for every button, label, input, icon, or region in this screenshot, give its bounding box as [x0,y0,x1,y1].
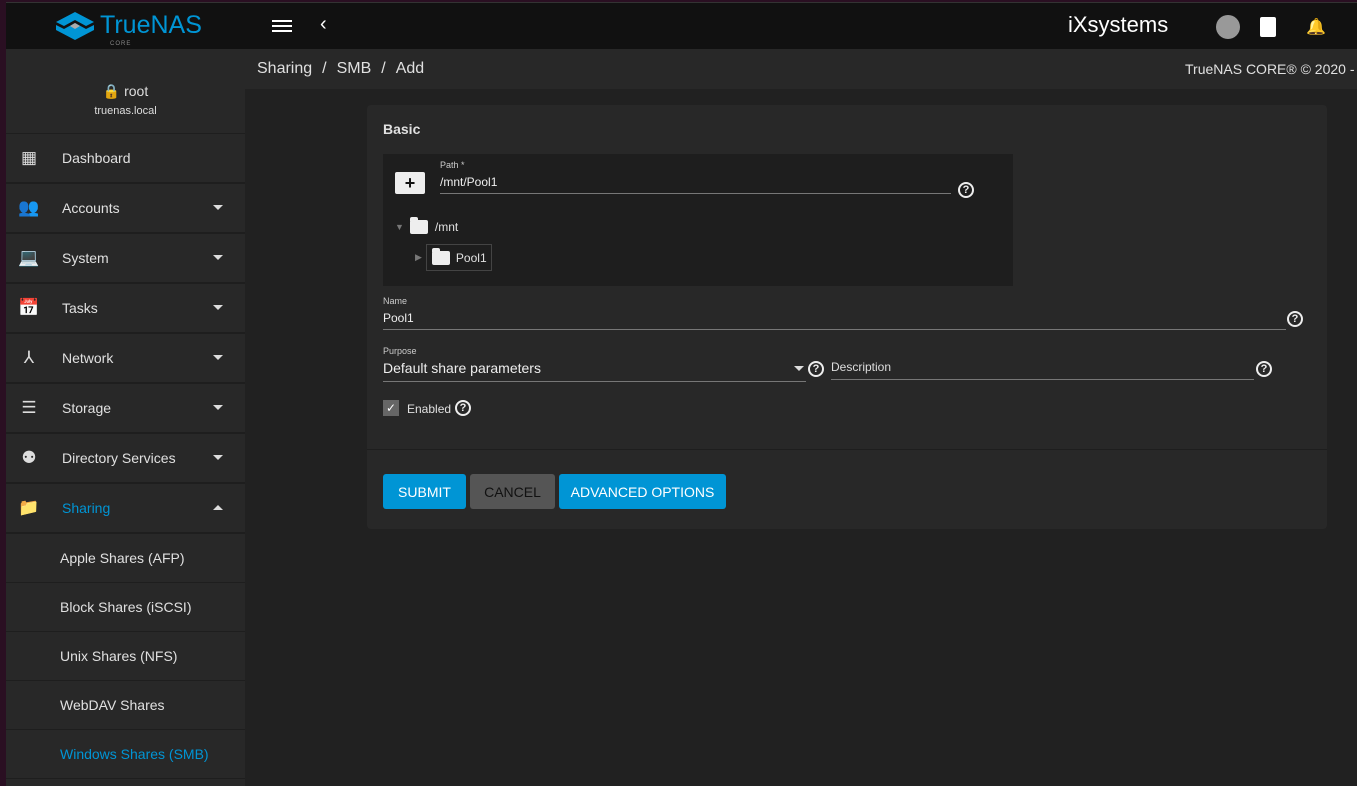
help-icon[interactable]: ? [1287,311,1303,327]
expand-down-icon: ▼ [395,222,404,232]
chevron-down-icon [213,255,223,260]
help-icon[interactable]: ? [958,182,974,198]
nav-label: Directory Services [62,450,176,466]
tree-node-pool1[interactable]: ▶ Pool1 [415,244,492,271]
advanced-options-button[interactable]: ADVANCED OPTIONS [559,474,726,509]
folder-shared-icon: 📁 [18,498,40,517]
top-bar: TrueNAS CORE ‹ iXsystems 🔔 [6,2,1357,49]
people-icon: 👥 [18,198,40,217]
tree-label: /mnt [434,220,459,234]
sidebar-item-network[interactable]: ⅄ Network [6,334,245,384]
lock-icon: 🔒 [102,83,121,99]
hostname: truenas.local [94,105,157,117]
sidebar-item-afp[interactable]: Apple Shares (AFP) [6,534,245,583]
sidebar-item-directory-services[interactable]: ⚉ Directory Services [6,434,245,484]
path-explorer: + Path * /mnt/Pool1 ? ▼ /mnt ▶ Pool1 [383,154,1013,286]
sidebar-item-system[interactable]: 💻 System [6,234,245,284]
purpose-value: Default share parameters [383,360,541,376]
enabled-label: Enabled [407,402,452,416]
sidebar-item-tasks[interactable]: 📅 Tasks [6,284,245,334]
section-title: Basic [383,121,421,137]
ixsystems-logo[interactable]: iXsystems [1068,12,1168,38]
name-input[interactable]: Pool1 [383,311,1286,330]
sidebar-item-webdav[interactable]: WebDAV Shares [6,681,245,730]
chevron-down-icon [213,305,223,310]
truecommand-icon[interactable] [1216,15,1240,39]
tree-node-mnt[interactable]: ▼ /mnt [395,217,459,234]
truenas-logo[interactable]: TrueNAS CORE [56,11,202,47]
breadcrumb-sharing[interactable]: Sharing [257,60,312,78]
network-icon: ⅄ [23,348,35,367]
sidebar-item-iscsi[interactable]: Block Shares (iSCSI) [6,583,245,632]
directory-icon: ⚉ [21,448,37,467]
sidebar-item-storage[interactable]: ☰ Storage [6,384,245,434]
notifications-icon[interactable]: 🔔 [1304,15,1328,39]
nav-label: Sharing [62,500,111,516]
chevron-down-icon [213,355,223,360]
breadcrumb-smb[interactable]: SMB [337,60,372,78]
copyright: TrueNAS CORE® © 2020 - iXsystems [1185,61,1357,77]
sidebar: 🔒 root truenas.local ▦ Dashboard 👥 Account… [6,49,245,786]
create-folder-icon[interactable]: + [395,172,425,194]
divider [367,449,1327,450]
nav-label: System [62,250,109,266]
nav-label: Network [62,350,114,366]
nav-label: Tasks [62,300,98,316]
dashboard-icon: ▦ [20,148,38,167]
name-label: Name [383,296,408,306]
nav-label: Accounts [62,200,120,216]
breadcrumb-add: Add [395,60,425,77]
chevron-down-icon [213,405,223,410]
path-input[interactable]: /mnt/Pool1 [440,175,951,194]
calendar-icon: 📅 [18,298,40,317]
breadcrumb: Sharing / SMB / Add TrueNAS CORE® © 2020 -… [245,49,1357,89]
user-info: 🔒 root truenas.local [6,49,245,134]
tree-label: Pool1 [455,251,487,265]
dropdown-arrow-icon [794,366,804,371]
laptop-icon: 💻 [18,248,40,267]
enabled-checkbox[interactable]: ✓ [383,400,399,416]
purpose-label: Purpose [383,346,417,356]
sidebar-item-accounts[interactable]: 👥 Accounts [6,184,245,234]
submit-button[interactable]: SUBMIT [383,474,466,509]
sidebar-item-nfs[interactable]: Unix Shares (NFS) [6,632,245,681]
folder-icon [431,248,450,265]
chevron-down-icon [213,455,223,460]
smb-form-card: Basic + Path * /mnt/Pool1 ? ▼ /mnt ▶ Poo… [367,105,1327,529]
purpose-select[interactable]: Default share parameters [383,360,806,382]
storage-icon: ☰ [21,398,37,417]
collapse-sidebar-icon[interactable]: ‹ [320,13,327,36]
sidebar-item-dashboard[interactable]: ▦ Dashboard [6,134,245,184]
brand-edition: CORE [110,41,132,47]
chevron-up-icon [213,505,223,510]
folder-icon [409,217,428,234]
help-icon[interactable]: ? [1256,361,1272,377]
help-icon[interactable]: ? [455,400,471,416]
description-input[interactable]: Description [831,360,1254,380]
username: root [124,83,149,99]
truenas-logo-icon [56,11,94,40]
sidebar-item-smb[interactable]: Windows Shares (SMB) [6,730,245,779]
task-manager-icon[interactable] [1256,15,1280,39]
nav-label: Storage [62,400,112,416]
expand-right-icon: ▶ [415,252,422,262]
nav-label: Dashboard [62,150,131,166]
path-label: Path * [440,160,465,170]
menu-toggle-icon[interactable] [272,17,292,33]
cancel-button[interactable]: CANCEL [470,474,555,509]
main-content: Sharing / SMB / Add TrueNAS CORE® © 2020 -… [245,49,1357,786]
help-icon[interactable]: ? [808,361,824,377]
brand-name: TrueNAS [100,11,202,39]
sidebar-item-sharing[interactable]: 📁 Sharing [6,484,245,534]
chevron-down-icon [213,205,223,210]
